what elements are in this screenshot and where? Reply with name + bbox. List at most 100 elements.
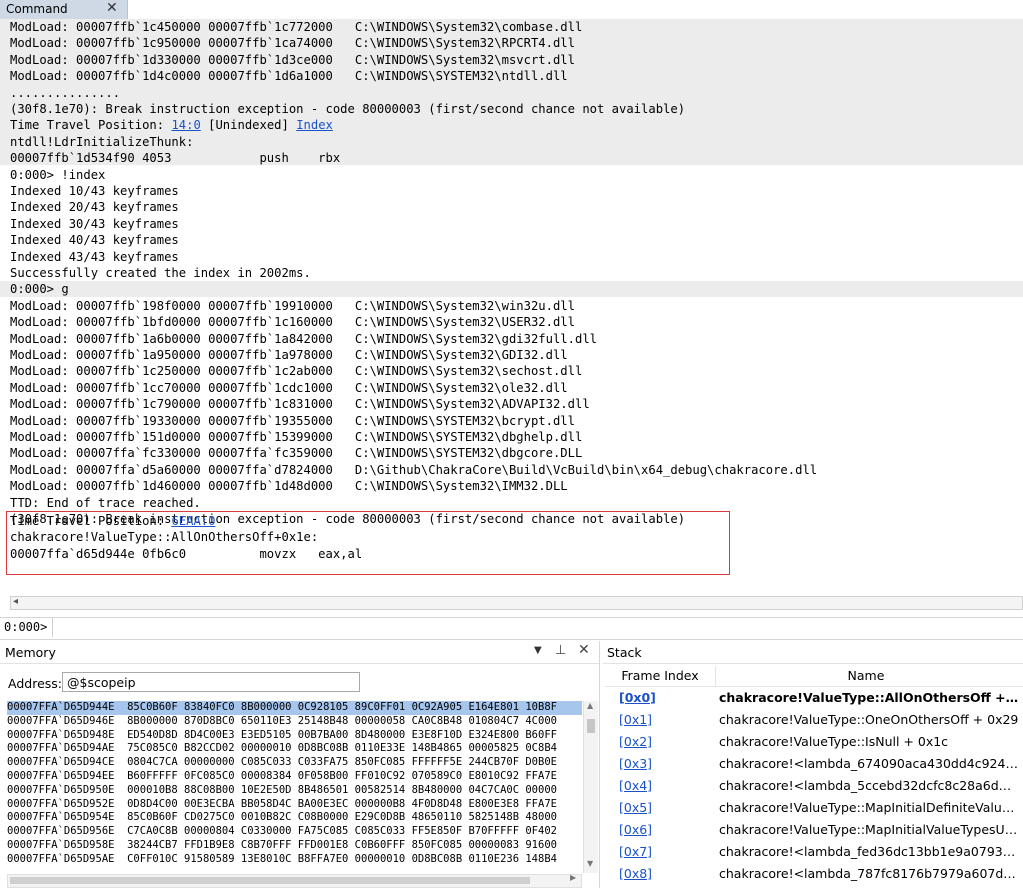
stack-frame-row[interactable]: [0x2] chakracore!ValueType::IsNull + 0x1c <box>605 731 1023 753</box>
stack-frame-row[interactable]: [0x3] chakracore!<lambda_674090aca430dd4c… <box>605 753 1023 775</box>
output-line: ntdll!LdrInitializeThunk: <box>10 134 193 150</box>
stack-frame-row[interactable]: [0x8] chakracore!<lambda_787fc8176b7979a6… <box>605 863 1023 885</box>
output-line: ModLoad: 00007ffb`151d0000 00007ffb`1539… <box>10 429 582 445</box>
memory-row[interactable]: 00007FFA`D65D952E 0D8D4C00 00E3ECBA BB05… <box>7 798 582 812</box>
output-line: ModLoad: 00007ffb`1d4c0000 00007ffb`1d6a… <box>10 68 568 84</box>
scroll-right-icon[interactable]: ▶ <box>570 873 576 882</box>
frame-index-link[interactable]: [0x5] <box>619 800 652 815</box>
frame-name: chakracore!<lambda_fed36dc13bb1e9a079345… <box>719 844 1019 859</box>
output-line-text: ModLoad: 00007ffb`1a950000 00007ffb`1a97… <box>10 348 568 362</box>
output-line: ............... <box>10 85 120 101</box>
command-input-row: 0:000> <box>0 617 1023 640</box>
command-horizontal-scrollbar[interactable]: ◂ <box>10 596 1023 610</box>
output-line-text: 00007ffb`1d534f90 4053 push rbx <box>10 151 341 166</box>
frame-name: chakracore!ValueType::AllOnOthersOff + 0… <box>719 690 1019 705</box>
output-line: Indexed 30/43 keyframes <box>10 216 179 232</box>
stack-header: Stack <box>603 641 1023 664</box>
output-line-text: ModLoad: 00007ffb`198f0000 00007ffb`1991… <box>10 298 575 313</box>
scroll-thumb[interactable] <box>587 719 595 733</box>
index-link[interactable]: Index <box>296 118 333 132</box>
pin-icon[interactable]: ⊥ <box>555 643 566 658</box>
frame-index-link[interactable]: [0x6] <box>619 822 652 837</box>
frame-index-link[interactable]: [0x0] <box>619 690 656 705</box>
scroll-up-icon[interactable]: ▲ <box>587 701 593 710</box>
output-line-text: ModLoad: 00007ffb`1d460000 00007ffb`1d48… <box>10 479 568 494</box>
memory-row[interactable]: 00007FFA`D65D95AE C0FF010C 91580589 13E8… <box>7 853 582 867</box>
memory-row[interactable]: 00007FFA`D65D946E 8B000000 870D8BC0 6501… <box>7 715 582 729</box>
memory-title: Memory <box>5 645 56 660</box>
memory-header: Memory ▼ ⊥ ✕ <box>0 641 599 664</box>
output-line-text: Time Travel Position: <box>10 118 172 133</box>
stack-frame-row[interactable]: [0x4] chakracore!<lambda_5ccebd32dcfc8c28… <box>605 775 1023 797</box>
command-output[interactable]: ModLoad: 00007ffb`1c450000 00007ffb`1c77… <box>0 19 1023 590</box>
memory-row[interactable]: 00007FFA`D65D948E ED540D8D 8D4C00E3 E3ED… <box>7 729 582 743</box>
memory-row[interactable]: 00007FFA`D65D944E 85C0B60F 83840FC0 8B00… <box>7 701 582 715</box>
address-input[interactable] <box>62 672 360 692</box>
stack-frame-row[interactable]: [0x5] chakracore!ValueType::MapInitialDef… <box>605 797 1023 819</box>
stack-frame-row[interactable]: [0x1] chakracore!ValueType::OneOnOthersOf… <box>605 709 1023 731</box>
command-input[interactable] <box>52 618 1020 637</box>
scroll-left-icon[interactable]: ◂ <box>13 596 18 607</box>
output-line: Indexed 20/43 keyframes <box>10 199 179 215</box>
output-line: Indexed 40/43 keyframes <box>10 232 179 248</box>
frame-index-link[interactable]: [0x3] <box>619 756 652 771</box>
memory-horizontal-scrollbar[interactable]: ▶ <box>7 873 582 888</box>
output-line-text: Indexed 43/43 keyframes <box>10 249 179 264</box>
output-line-text: 0:000> !index <box>10 167 106 182</box>
memory-rows[interactable]: 00007FFA`D65D944E 85C0B60F 83840FC0 8B00… <box>7 701 582 873</box>
column-header-frame-index[interactable]: Frame Index <box>605 666 716 686</box>
stack-frame-row[interactable]: [0x0] chakracore!ValueType::AllOnOthersOf… <box>605 687 1023 709</box>
output-band <box>0 281 1023 297</box>
output-line-text: ntdll!LdrInitializeThunk: <box>10 134 194 149</box>
frame-name: chakracore!<lambda_787fc8176b7979a607d44… <box>719 866 1019 881</box>
output-line: ModLoad: 00007ffb`19330000 00007ffb`1935… <box>10 413 575 429</box>
close-icon[interactable]: ✕ <box>106 0 118 16</box>
output-line-text: ModLoad: 00007ffa`d5a60000 00007ffa`d782… <box>10 462 818 477</box>
chevron-down-icon[interactable]: ▼ <box>534 645 542 656</box>
output-line: 0:000> !index <box>10 167 105 183</box>
command-tab-bar: Command ✕ <box>0 0 1023 19</box>
stack-rows: [0x0] chakracore!ValueType::AllOnOthersOf… <box>605 687 1023 887</box>
output-line-text: Indexed 20/43 keyframes <box>10 200 179 215</box>
frame-name: chakracore!ValueType::IsNull + 0x1c <box>719 734 949 749</box>
memory-row[interactable]: 00007FFA`D65D958E 38244CB7 FFD1B9E8 C8B7… <box>7 839 582 853</box>
output-line-text: Indexed 40/43 keyframes <box>10 233 179 248</box>
output-line-text: ModLoad: 00007ffb`1d4c0000 00007ffb`1d6a… <box>10 69 568 84</box>
output-line: Indexed 10/43 keyframes <box>10 183 179 199</box>
stack-title: Stack <box>607 645 642 660</box>
output-line: ModLoad: 00007ffb`1c790000 00007ffb`1c83… <box>10 396 590 412</box>
stack-frame-row[interactable]: [0x6] chakracore!ValueType::MapInitialVal… <box>605 819 1023 841</box>
frame-name: chakracore!ValueType::MapInitialDefinite… <box>719 800 1019 815</box>
frame-index-link[interactable]: [0x1] <box>619 712 652 727</box>
output-line-text: 0:000> g <box>10 282 69 297</box>
frame-name: chakracore!<lambda_674090aca430dd4c924f3… <box>719 756 1019 771</box>
output-line: TTD: End of trace reached. <box>10 495 201 511</box>
memory-row[interactable]: 00007FFA`D65D94AE 75C085C0 B82CCD02 0000… <box>7 742 582 756</box>
frame-index-link[interactable]: [0x4] <box>619 778 652 793</box>
frame-name: chakracore!ValueType::OneOnOthersOff + 0… <box>719 712 1019 727</box>
output-line-text: ModLoad: 00007ffb`151d0000 00007ffb`1539… <box>10 430 583 444</box>
scroll-down-icon[interactable]: ▼ <box>587 859 593 868</box>
output-line: ModLoad: 00007ffb`1cc70000 00007ffb`1cdc… <box>10 380 568 396</box>
memory-row[interactable]: 00007FFA`D65D950E 000010B8 88C08B00 10E2… <box>7 784 582 798</box>
output-line-text: Successfully created the index in 2002ms… <box>10 266 311 280</box>
frame-index-link[interactable]: [0x8] <box>619 866 652 881</box>
output-line-text: ModLoad: 00007ffb`1a6b0000 00007ffb`1a84… <box>10 331 597 346</box>
stack-frame-row[interactable]: [0x7] chakracore!<lambda_fed36dc13bb1e9a0… <box>605 841 1023 863</box>
frame-index-link[interactable]: [0x7] <box>619 844 652 859</box>
memory-row[interactable]: 00007FFA`D65D94CE 0804C7CA 00000000 C085… <box>7 756 582 770</box>
memory-pane: Memory ▼ ⊥ ✕ Address: 00007FFA`D65D944E … <box>0 641 600 888</box>
memory-row[interactable]: 00007FFA`D65D94EE B60FFFFF 0FC085C0 0000… <box>7 770 582 784</box>
frame-index-link[interactable]: [0x2] <box>619 734 652 749</box>
output-line: ModLoad: 00007ffb`1c450000 00007ffb`1c77… <box>10 19 582 35</box>
scroll-thumb[interactable] <box>10 877 530 884</box>
tab-command[interactable]: Command ✕ <box>0 0 128 19</box>
memory-row[interactable]: 00007FFA`D65D954E 85C0B60F CD0275C0 0010… <box>7 811 582 825</box>
memory-row[interactable]: 00007FFA`D65D956E C7CA0C8B 00000804 C033… <box>7 825 582 839</box>
output-line-text: ModLoad: 00007ffb`1c790000 00007ffb`1c83… <box>10 397 590 412</box>
memory-vertical-scrollbar[interactable]: ▲ ▼ <box>583 701 598 873</box>
column-header-name[interactable]: Name <box>716 666 1016 686</box>
close-icon[interactable]: ✕ <box>578 642 590 658</box>
stack-pane: Stack Frame Index Name [0x0] chakracore!V… <box>603 641 1023 888</box>
time-travel-position-link[interactable]: 14:0 <box>171 118 200 132</box>
